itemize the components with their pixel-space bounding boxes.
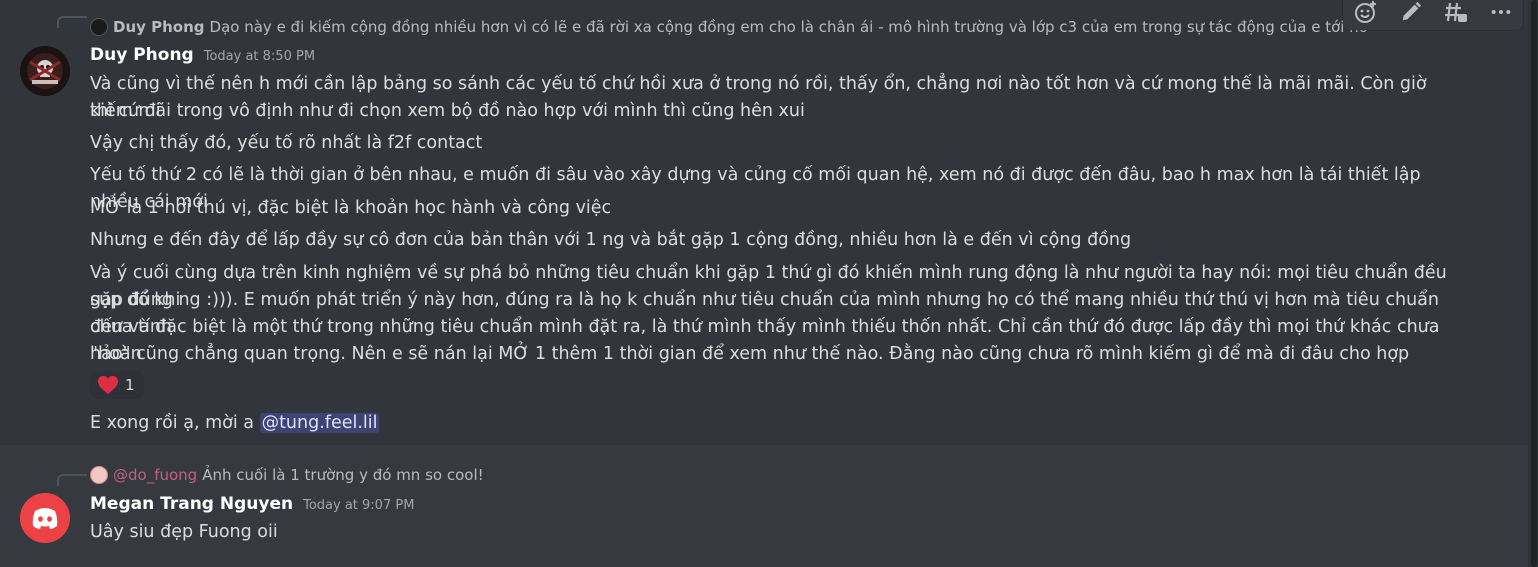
followup-text: E xong rồi ạ, mời a: [90, 413, 260, 433]
message-line: Vậy chị thấy đó, yếu tố rõ nhất là f2f c…: [90, 133, 483, 153]
edit-icon: [1402, 1, 1421, 21]
message-line: MỞ là 1 nơi thú vị, đặc biệt là khoản họ…: [90, 198, 612, 218]
username[interactable]: Megan Trang Nguyen: [90, 494, 293, 514]
more-icon: [1491, 9, 1510, 15]
scrollbar-thumb[interactable]: [1531, 0, 1537, 567]
reply-connector: [57, 474, 87, 486]
reply-preview[interactable]: @do_fuong Ảnh cuối là 1 trường y đó mn s…: [90, 465, 484, 485]
reply-avatar: [90, 466, 108, 484]
reply-text[interactable]: Ảnh cuối là 1 trường y đó mn so cool!: [202, 466, 483, 484]
timestamp[interactable]: Today at 9:07 PM: [303, 498, 414, 513]
timestamp[interactable]: Today at 8:50 PM: [204, 49, 315, 64]
heart-icon: [98, 375, 118, 395]
message-group-duy-phong[interactable]: Duy Phong Dạo này e đi kiếm cộng đồng nh…: [0, 0, 1528, 445]
message-line-followup: E xong rồi ạ, mời a @tung.feel.lil: [90, 410, 1450, 437]
message-line: Nhưng e đến đây để lấp đầy sự cô đơn của…: [90, 230, 1132, 250]
reply-avatar: [90, 18, 108, 36]
add-reaction-icon: [1354, 1, 1376, 23]
create-thread-icon: [1444, 2, 1467, 22]
reply-text[interactable]: Dạo này e đi kiếm cộng đồng nhiều hơn vì…: [210, 18, 1368, 36]
message-group-megan[interactable]: @do_fuong Ảnh cuối là 1 trường y đó mn s…: [0, 460, 1528, 560]
message-header: Duy Phong Today at 8:50 PM: [90, 45, 315, 65]
reply-author[interactable]: @do_fuong: [113, 466, 197, 484]
username[interactable]: Duy Phong: [90, 45, 194, 65]
discord-logo-icon: [20, 493, 70, 543]
message-line: hảo" cũng chẳng quan trọng. Nên e sẽ nán…: [90, 344, 1410, 364]
reply-connector: [57, 16, 87, 28]
message-line: kiếm mãi trong vô định như đi chọn xem b…: [90, 101, 805, 121]
message-line: Uây siu đẹp Fuong oii: [90, 522, 278, 542]
edit-button[interactable]: [1398, 0, 1424, 25]
reply-author[interactable]: Duy Phong: [113, 18, 205, 36]
user-mention[interactable]: @tung.feel.lil: [259, 413, 380, 433]
add-reaction-button[interactable]: [1353, 0, 1379, 25]
reaction-count: 1: [125, 376, 135, 394]
more-button[interactable]: [1488, 0, 1514, 25]
chat-view: Duy Phong Dạo này e đi kiếm cộng đồng nh…: [0, 0, 1538, 567]
avatar[interactable]: [20, 46, 70, 96]
reaction-heart[interactable]: 1: [90, 371, 144, 399]
message-toolbar: [1343, 0, 1523, 30]
create-thread-button[interactable]: [1443, 0, 1469, 25]
avatar[interactable]: [20, 493, 70, 543]
message-header: Megan Trang Nguyen Today at 9:07 PM: [90, 494, 414, 514]
reply-preview[interactable]: Duy Phong Dạo này e đi kiếm cộng đồng nh…: [90, 17, 1368, 37]
